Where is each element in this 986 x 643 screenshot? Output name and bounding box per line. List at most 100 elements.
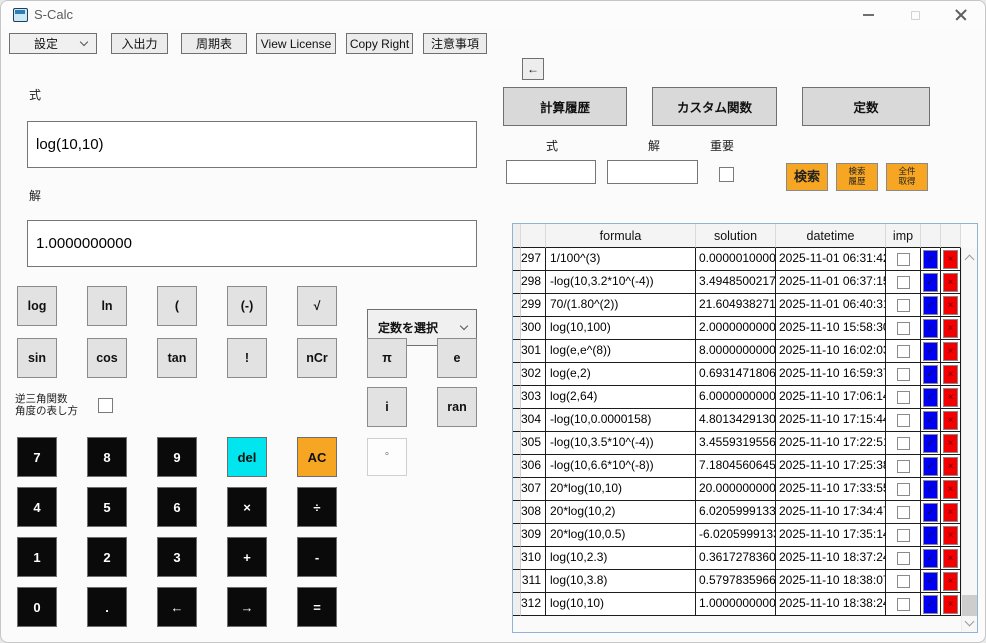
row-check-button[interactable]: ✓ [923,456,938,476]
numpad-key-multiply[interactable]: × [227,487,267,527]
imp-checkbox[interactable] [896,298,910,312]
imaginary-key[interactable]: i [367,387,407,427]
function-key-ln[interactable]: ln [87,286,127,326]
row-delete-button[interactable]: × [943,295,958,315]
imp-checkbox[interactable] [896,390,910,404]
function-key-tan[interactable]: tan [157,338,197,378]
table-row[interactable]: 305 -log(10,3.5*10^(-4)) 3.4559319556 20… [513,432,961,455]
function-key-factorial[interactable]: ! [227,338,267,378]
numpad-key-4[interactable]: 4 [17,487,57,527]
table-row[interactable]: 312 log(10,10) 1.0000000000 2025-11-10 1… [513,593,961,616]
row-delete-button[interactable]: × [943,387,958,407]
row-delete-button[interactable]: × [943,594,958,614]
table-row[interactable]: 307 20*log(10,10) 20.0000000000 2025-11-… [513,478,961,501]
row-check-button[interactable]: ✓ [923,571,938,591]
numpad-key-del[interactable]: del [227,437,267,477]
row-check-button[interactable]: ✓ [923,502,938,522]
numpad-key-subtract[interactable]: - [297,537,337,577]
row-delete-button[interactable]: × [943,548,958,568]
row-delete-button[interactable]: × [943,410,958,430]
imp-checkbox[interactable] [896,459,910,473]
numpad-key-divide[interactable]: ÷ [297,487,337,527]
scroll-up-icon[interactable] [964,254,975,265]
io-button[interactable]: 入出力 [111,33,168,54]
row-check-button[interactable]: ✓ [923,387,938,407]
numpad-key-7[interactable]: 7 [17,437,57,477]
table-row[interactable]: 300 log(10,100) 2.0000000000 2025-11-10 … [513,317,961,340]
numpad-key-1[interactable]: 1 [17,537,57,577]
fetch-all-button[interactable]: 全件 取得 [886,163,928,191]
numpad-key-5[interactable]: 5 [87,487,127,527]
table-row[interactable]: 304 -log(10,0.0000158) 4.8013429130 2025… [513,409,961,432]
header-formula[interactable]: formula [546,224,696,248]
row-check-button[interactable]: ✓ [923,525,938,545]
notes-button[interactable]: 注意事項 [423,33,487,54]
imp-checkbox[interactable] [896,482,910,496]
row-check-button[interactable]: ✓ [923,272,938,292]
table-row[interactable]: 308 20*log(10,2) 6.0205999133 2025-11-10… [513,501,961,524]
function-key-negate[interactable]: (-) [227,286,267,326]
numpad-key-3[interactable]: 3 [157,537,197,577]
row-check-button[interactable]: ✓ [923,318,938,338]
row-check-button[interactable]: ✓ [923,364,938,384]
row-delete-button[interactable]: × [943,502,958,522]
table-row[interactable]: 301 log(e,e^(8)) 8.0000000000 2025-11-10… [513,340,961,363]
numpad-key-equals[interactable]: = [297,587,337,627]
imp-checkbox[interactable] [896,436,910,450]
table-row[interactable]: 302 log(e,2) 0.6931471806 2025-11-10 16:… [513,363,961,386]
imp-checkbox[interactable] [896,505,910,519]
header-solution[interactable]: solution [696,224,776,248]
periodic-table-button[interactable]: 周期表 [181,33,247,54]
row-delete-button[interactable]: × [943,318,958,338]
table-row[interactable]: 299 70/(1.80^(2)) 21.6049382716 2025-11-… [513,294,961,317]
table-row[interactable]: 311 log(10,3.8) 0.5797835966 2025-11-10 … [513,570,961,593]
imp-checkbox[interactable] [896,413,910,427]
row-check-button[interactable]: ✓ [923,295,938,315]
search-solution-input[interactable] [607,160,698,184]
numpad-key-2[interactable]: 2 [87,537,127,577]
search-button[interactable]: 検索 [786,163,828,191]
scroll-down-icon[interactable] [964,616,975,627]
row-check-button[interactable]: ✓ [923,594,938,614]
search-history-button[interactable]: 検索 履歴 [836,163,878,191]
row-delete-button[interactable]: × [943,364,958,384]
close-button[interactable] [938,1,984,29]
formula-input[interactable] [27,121,477,168]
collapse-panel-button[interactable]: ← [522,58,544,80]
scrollbar-thumb[interactable] [962,595,977,616]
settings-select[interactable]: 設定 [9,33,97,54]
function-key-ncr[interactable]: nCr [297,338,337,378]
inverse-trig-checkbox[interactable] [98,398,113,413]
table-scrollbar[interactable] [961,248,977,632]
table-row[interactable]: 298 -log(10,3.2*10^(-4)) 3.4948500217 20… [513,271,961,294]
numpad-key-9[interactable]: 9 [157,437,197,477]
imp-checkbox[interactable] [896,275,910,289]
row-delete-button[interactable]: × [943,479,958,499]
numpad-key-6[interactable]: 6 [157,487,197,527]
row-delete-button[interactable]: × [943,249,958,269]
header-imp[interactable]: imp [886,224,921,248]
row-check-button[interactable]: ✓ [923,341,938,361]
table-row[interactable]: 303 log(2,64) 6.0000000000 2025-11-10 17… [513,386,961,409]
imp-checkbox[interactable] [896,321,910,335]
imp-checkbox[interactable] [896,551,910,565]
imp-checkbox[interactable] [896,344,910,358]
numpad-key-arrow-left[interactable]: ← [157,587,197,627]
numpad-key-0[interactable]: 0 [17,587,57,627]
tab-history[interactable]: 計算履歴 [503,87,627,126]
function-key-pi[interactable]: π [367,338,407,378]
view-license-button[interactable]: View License [256,33,336,54]
imp-checkbox[interactable] [896,597,910,611]
row-check-button[interactable]: ✓ [923,249,938,269]
row-delete-button[interactable]: × [943,433,958,453]
imp-checkbox[interactable] [896,367,910,381]
row-delete-button[interactable]: × [943,456,958,476]
row-check-button[interactable]: ✓ [923,410,938,430]
tab-custom-functions[interactable]: カスタム関数 [652,87,777,126]
random-key[interactable]: ran [437,387,477,427]
imp-checkbox[interactable] [896,252,910,266]
row-delete-button[interactable]: × [943,571,958,591]
table-row[interactable]: 309 20*log(10,0.5) -6.0205999133 2025-11… [513,524,961,547]
numpad-key-add[interactable]: + [227,537,267,577]
header-datetime[interactable]: datetime [776,224,886,248]
